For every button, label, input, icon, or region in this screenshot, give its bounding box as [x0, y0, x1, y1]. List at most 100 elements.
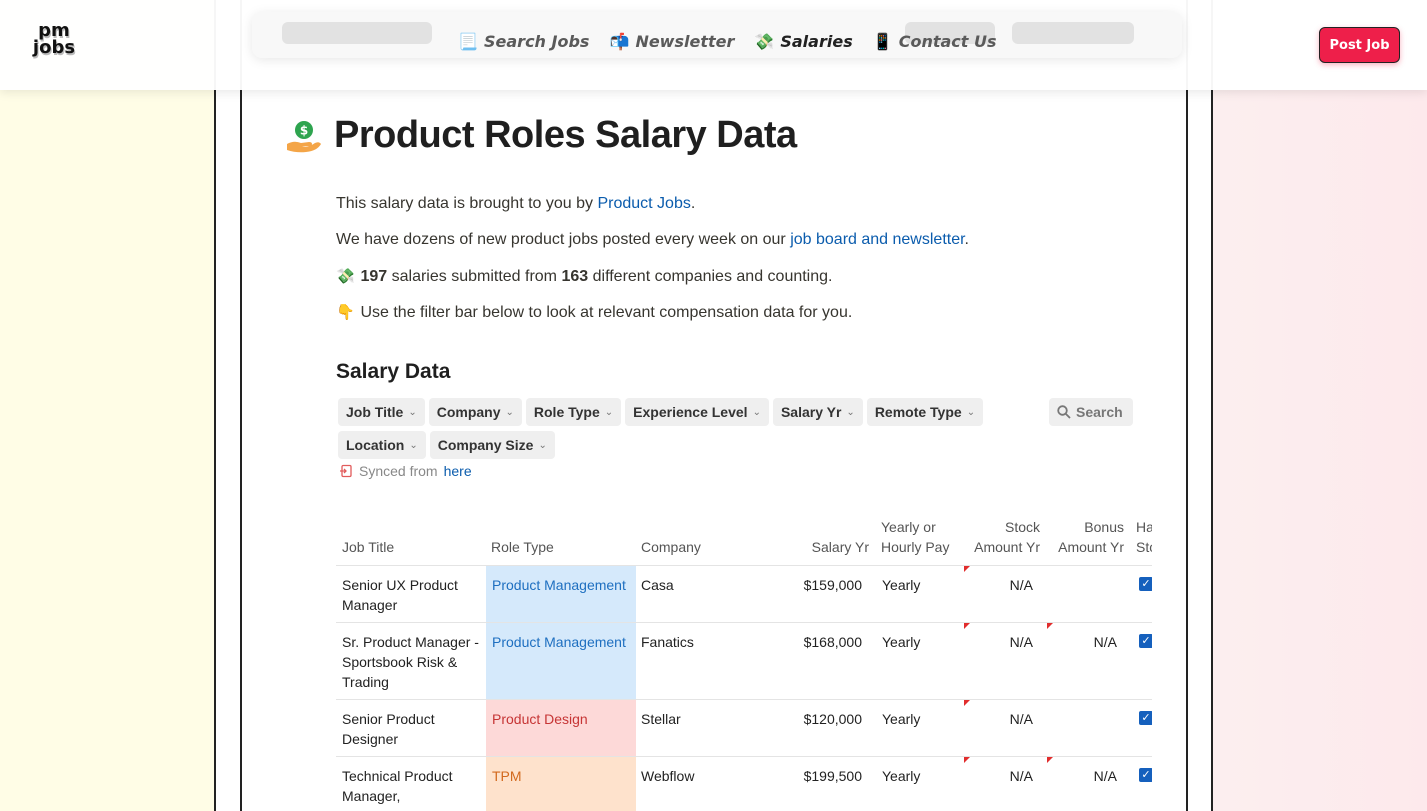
ghost-button	[1012, 22, 1134, 44]
cell-bonus: N/A	[1093, 768, 1117, 784]
chevron-down-icon: ⌄	[408, 406, 417, 418]
salary-table: Job Title Role Type Company Salary Yr Ye…	[336, 510, 1152, 811]
table-row[interactable]: Technical Product Manager, Infrastructur…	[336, 756, 1152, 811]
col-header-pay-type[interactable]: Yearly or Hourly Pay	[881, 510, 949, 565]
chevron-down-icon: ⌄	[409, 439, 418, 451]
cell-company: Webflow	[641, 768, 695, 784]
col-header-bonus[interactable]: Bonus Amount Yr	[1040, 510, 1124, 565]
cell-salary: $159,000	[803, 577, 862, 593]
cell-salary: $199,500	[803, 768, 862, 784]
synced-text: Synced from	[359, 463, 438, 479]
nav-label: Newsletter	[635, 32, 735, 51]
col-header-job-title[interactable]: Job Title	[342, 510, 394, 565]
intro-line-3: 💸 197 salaries submitted from 163 differ…	[336, 267, 832, 286]
salaries-count: 197	[360, 268, 388, 285]
cell-pay-type: Yearly	[882, 768, 921, 784]
ghost-logo	[282, 22, 432, 44]
intro-text: .	[690, 195, 696, 212]
chevron-down-icon: ⌄	[752, 406, 761, 418]
intro-line-4: 👇 Use the filter bar below to look at re…	[336, 303, 852, 322]
pointing-down-icon: 👇	[336, 304, 355, 321]
filter-job-title[interactable]: Job Title ⌄	[338, 398, 425, 426]
filter-bar: Job Title ⌄ Company ⌄ Role Type ⌄ Experienc…	[338, 398, 998, 459]
cell-pay-type: Yearly	[882, 577, 921, 593]
checkbox-checked-icon[interactable]: ✓	[1139, 577, 1152, 591]
table-header: Job Title Role Type Company Salary Yr Ye…	[336, 510, 1152, 565]
cell-stock: N/A	[1009, 634, 1033, 650]
table-row[interactable]: Senior UX Product Manager Product Manage…	[336, 565, 1152, 622]
intro-line-1: This salary data is brought to you by Pr…	[336, 195, 695, 213]
checkbox-checked-icon[interactable]: ✓	[1139, 768, 1152, 782]
chevron-down-icon: ⌄	[604, 406, 614, 418]
intro-text: different companies and counting.	[592, 268, 833, 285]
pm-jobs-logo[interactable]: pm jobs	[30, 22, 78, 68]
intro-text: salaries submitted from	[391, 268, 562, 285]
filter-remote-type[interactable]: Remote Type ⌄	[866, 398, 984, 426]
filter-label: Job Title	[346, 404, 404, 420]
cell-role-type: TPM	[486, 757, 636, 811]
intro-text: This salary data is brought to you by	[336, 195, 598, 212]
intro-text: .	[964, 231, 969, 248]
col-header-salary-yr[interactable]: Salary Yr	[776, 510, 869, 565]
chevron-down-icon: ⌄	[538, 439, 547, 451]
cell-job-title: Technical Product Manager, Infrastructur…	[342, 768, 453, 811]
salary-data-heading: Salary Data	[336, 360, 451, 383]
cell-stock: N/A	[1009, 768, 1033, 784]
money-hand-icon: $	[284, 118, 324, 158]
page-icon: 📃	[458, 32, 478, 51]
synced-source-link[interactable]: here	[444, 463, 472, 479]
page-title: Product Roles Salary Data	[334, 114, 797, 156]
cell-role-type: Product Design	[486, 700, 636, 756]
filter-company-size[interactable]: Company Size ⌄	[429, 431, 555, 459]
mailbox-icon: 📬	[609, 32, 630, 51]
nav-label: Search Jobs	[484, 32, 590, 51]
col-header-company[interactable]: Company	[641, 510, 701, 565]
cell-bonus: N/A	[1093, 634, 1117, 650]
checkbox-checked-icon[interactable]: ✓	[1139, 711, 1152, 725]
cell-job-title: Senior UX Product Manager	[342, 577, 458, 613]
cell-company: Fanatics	[641, 634, 694, 650]
nav-contact-us[interactable]: 📱 Contact Us	[873, 32, 997, 51]
cell-salary: $168,000	[803, 634, 862, 650]
table-row[interactable]: Senior Product Designer Product Design S…	[336, 699, 1152, 756]
cell-salary: $120,000	[803, 711, 862, 727]
filter-label: Company Size	[437, 437, 534, 453]
filter-label: Company	[436, 404, 501, 420]
filter-company[interactable]: Company ⌄	[428, 398, 522, 426]
cell-stock: N/A	[1009, 577, 1033, 593]
nav-salaries[interactable]: 💸 Salaries	[754, 32, 852, 51]
product-jobs-link[interactable]: Product Jobs	[597, 195, 690, 212]
nav-search-jobs[interactable]: 📃 Search Jobs	[458, 32, 589, 51]
search-label: Search	[1076, 404, 1123, 420]
cell-bonus	[1040, 700, 1117, 709]
filter-label: Location	[346, 437, 405, 453]
cell-job-title: Sr. Product Manager - Sportsbook Risk & …	[342, 634, 479, 690]
main-nav: 📃 Search Jobs 📬 Newsletter 💸 Salaries 📱 …	[458, 32, 997, 51]
search-icon	[1057, 405, 1071, 419]
cell-job-title: Senior Product Designer	[342, 711, 435, 747]
col-header-has-stock[interactable]: HasStock	[1136, 510, 1152, 565]
filter-label: Role Type	[533, 404, 600, 420]
cell-pay-type: Yearly	[882, 711, 921, 727]
search-button[interactable]: Search	[1049, 398, 1133, 426]
nav-label: Salaries	[780, 32, 853, 51]
chevron-down-icon: ⌄	[505, 406, 514, 418]
post-job-button[interactable]: Post Job	[1319, 27, 1400, 63]
checkbox-checked-icon[interactable]: ✓	[1139, 634, 1152, 648]
top-navbar: pm jobs 📃 Search Jobs 📬 Newsletter 💸 Sal…	[0, 0, 1427, 90]
filter-experience-level[interactable]: Experience Level ⌄	[625, 398, 769, 426]
cell-role-type: Product Management	[486, 623, 636, 699]
cell-role-type: Product Management	[486, 566, 636, 622]
job-board-link[interactable]: job board and newsletter	[790, 231, 964, 248]
filter-salary-yr[interactable]: Salary Yr ⌄	[772, 398, 863, 426]
filter-location[interactable]: Location ⌄	[338, 431, 426, 459]
col-header-role-type[interactable]: Role Type	[491, 510, 554, 565]
money-wings-icon: 💸	[336, 268, 355, 285]
nav-newsletter[interactable]: 📬 Newsletter	[609, 32, 734, 51]
filter-role-type[interactable]: Role Type ⌄	[525, 398, 622, 426]
cell-company: Stellar	[641, 711, 681, 727]
cell-company: Casa	[641, 577, 674, 593]
intro-line-2: We have dozens of new product jobs poste…	[336, 231, 969, 249]
table-row[interactable]: Sr. Product Manager - Sportsbook Risk & …	[336, 622, 1152, 699]
col-header-stock[interactable]: Stock Amount Yr	[956, 510, 1040, 565]
